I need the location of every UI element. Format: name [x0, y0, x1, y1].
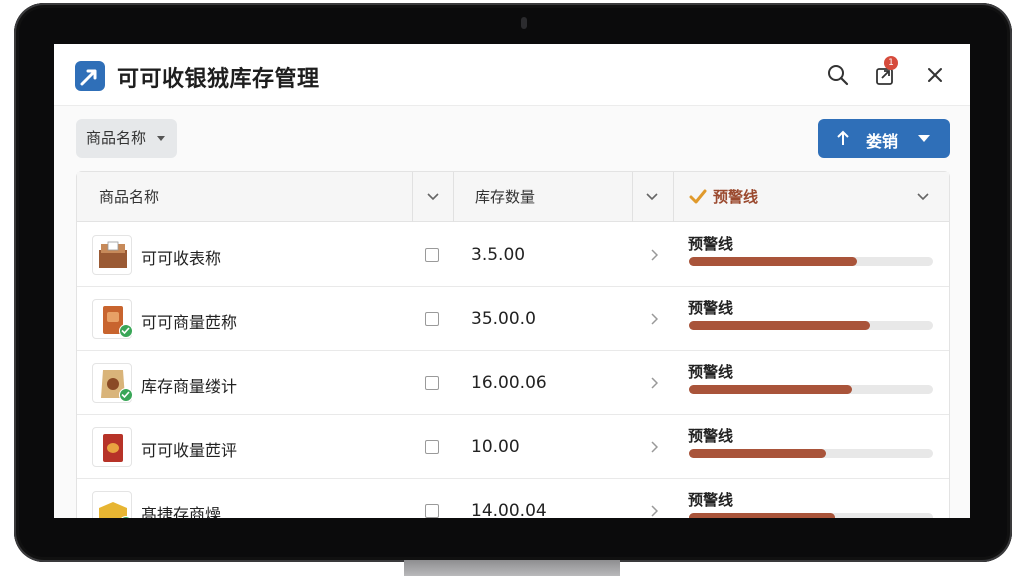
warning-line-label: 预警线: [688, 427, 734, 445]
product-name: 可可收表称: [141, 249, 222, 268]
column-header-product-name[interactable]: 商品名称: [99, 172, 159, 222]
column-divider: [453, 172, 454, 222]
product-name: 可可收量苉评: [141, 441, 238, 460]
table-row[interactable]: 髙捷存商燥 14.00.04 预警线: [77, 479, 949, 518]
app-window: 可可收银狨库存管理 1 商品名称 娄销 商品名称 库存数量 预警线 可可收表称 …: [54, 44, 970, 518]
warning-level-bar: [689, 385, 933, 394]
column-header-warning-line[interactable]: 预警线: [713, 172, 758, 222]
warning-level-fill: [689, 321, 870, 330]
stock-quantity: 3.5.00: [471, 245, 526, 265]
product-thumbnail: [92, 427, 132, 467]
product-name: 库存商量缕计: [141, 377, 238, 396]
column-divider: [673, 172, 674, 222]
product-thumbnail: [92, 491, 132, 518]
chevron-right-icon[interactable]: [650, 441, 658, 453]
check-badge-icon: [119, 388, 133, 402]
warning-level-bar: [689, 449, 933, 458]
table-row[interactable]: 可可收量苉评 10.00 预警线: [77, 415, 949, 479]
inventory-table: 商品名称 库存数量 预警线 可可收表称 3.5.00 预警线 可可商量苉称 35.00.…: [76, 171, 950, 518]
search-button[interactable]: [825, 62, 851, 88]
warning-line-label: 预警线: [688, 491, 734, 509]
check-badge-icon: [119, 324, 133, 338]
warning-level-bar: [689, 513, 933, 518]
app-logo-icon: [75, 61, 105, 91]
row-checkbox[interactable]: [425, 312, 439, 326]
table-header: 商品名称 库存数量 预警线: [77, 172, 949, 222]
chevron-down-icon[interactable]: [917, 191, 929, 201]
warning-level-fill: [689, 257, 858, 266]
chevron-right-icon[interactable]: [650, 249, 658, 261]
close-button[interactable]: [922, 62, 948, 88]
warning-level-bar: [689, 321, 933, 330]
column-header-stock-qty[interactable]: 库存数量: [475, 172, 535, 222]
product-name: 可可商量苉称: [141, 313, 238, 332]
warning-level-fill: [689, 385, 853, 394]
check-badge-icon: [119, 516, 133, 518]
chevron-down-icon[interactable]: [646, 191, 658, 201]
warning-line-label: 预警线: [688, 299, 734, 317]
app-title: 可可收银狨库存管理: [117, 67, 320, 92]
title-bar: 可可收银狨库存管理 1: [54, 44, 970, 106]
column-divider: [412, 172, 413, 222]
chevron-right-icon[interactable]: [650, 313, 658, 325]
product-name: 髙捷存商燥: [141, 505, 222, 518]
table-row[interactable]: 库存商量缕计 16.00.06 预警线: [77, 351, 949, 415]
chevron-right-icon[interactable]: [650, 505, 658, 517]
chevron-down-icon: [157, 136, 165, 141]
row-checkbox[interactable]: [425, 440, 439, 454]
warning-line-label: 预警线: [688, 235, 734, 253]
stock-quantity: 16.00.06: [471, 373, 547, 393]
column-divider: [632, 172, 633, 222]
checkmark-icon: [689, 189, 707, 204]
row-checkbox[interactable]: [425, 248, 439, 262]
row-checkbox[interactable]: [425, 504, 439, 518]
chevron-right-icon[interactable]: [650, 377, 658, 389]
primary-action-label: 娄销: [866, 132, 899, 151]
search-icon: [828, 65, 849, 86]
filter-label: 商品名称: [86, 129, 147, 147]
primary-action-button[interactable]: 娄销: [818, 119, 950, 158]
warning-line-label: 预警线: [688, 363, 734, 381]
notification-badge: 1: [884, 56, 898, 70]
stock-quantity: 35.00.0: [471, 309, 536, 329]
table-row[interactable]: 可可商量苉称 35.00.0 预警线: [77, 287, 949, 351]
row-checkbox[interactable]: [425, 376, 439, 390]
chevron-down-icon[interactable]: [427, 191, 439, 201]
webcam: [521, 17, 527, 29]
chevron-down-icon[interactable]: [918, 135, 930, 142]
product-thumbnail: [92, 235, 132, 275]
warning-level-fill: [689, 449, 826, 458]
close-icon: [928, 68, 942, 82]
table-row[interactable]: 可可收表称 3.5.00 预警线: [77, 223, 949, 287]
arrow-up-icon: [837, 130, 849, 145]
filter-dropdown[interactable]: 商品名称: [76, 119, 177, 158]
stock-quantity: 14.00.04: [471, 501, 547, 518]
warning-level-bar: [689, 257, 933, 266]
warning-level-fill: [689, 513, 836, 518]
monitor-stand: [404, 560, 620, 576]
stock-quantity: 10.00: [471, 437, 520, 457]
